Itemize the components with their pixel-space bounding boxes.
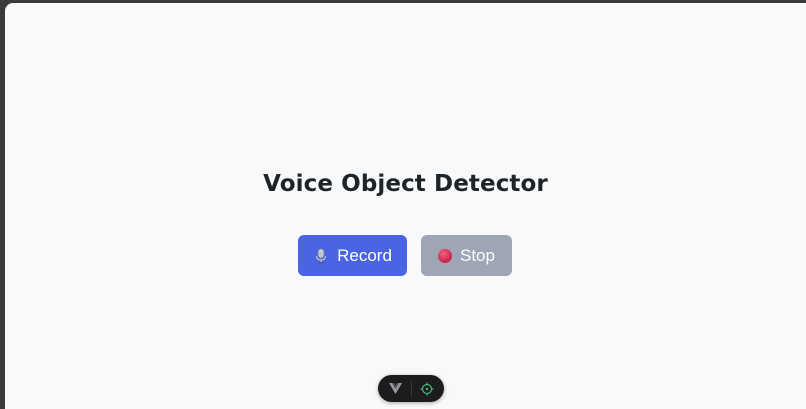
crosshair-target-icon[interactable] <box>419 381 435 397</box>
vue-logo-icon[interactable] <box>388 381 404 397</box>
microphone-icon <box>313 248 329 264</box>
toolbar-divider <box>410 380 412 397</box>
stop-button-label: Stop <box>460 245 495 265</box>
record-button[interactable]: Record <box>298 235 407 276</box>
devtools-toolbar <box>378 375 444 402</box>
stop-button[interactable]: Stop <box>421 235 512 276</box>
record-button-label: Record <box>337 245 392 265</box>
record-dot-icon <box>438 248 452 263</box>
app-window: Voice Object Detector Record Stop <box>5 3 806 409</box>
page-title: Voice Object Detector <box>263 171 548 197</box>
